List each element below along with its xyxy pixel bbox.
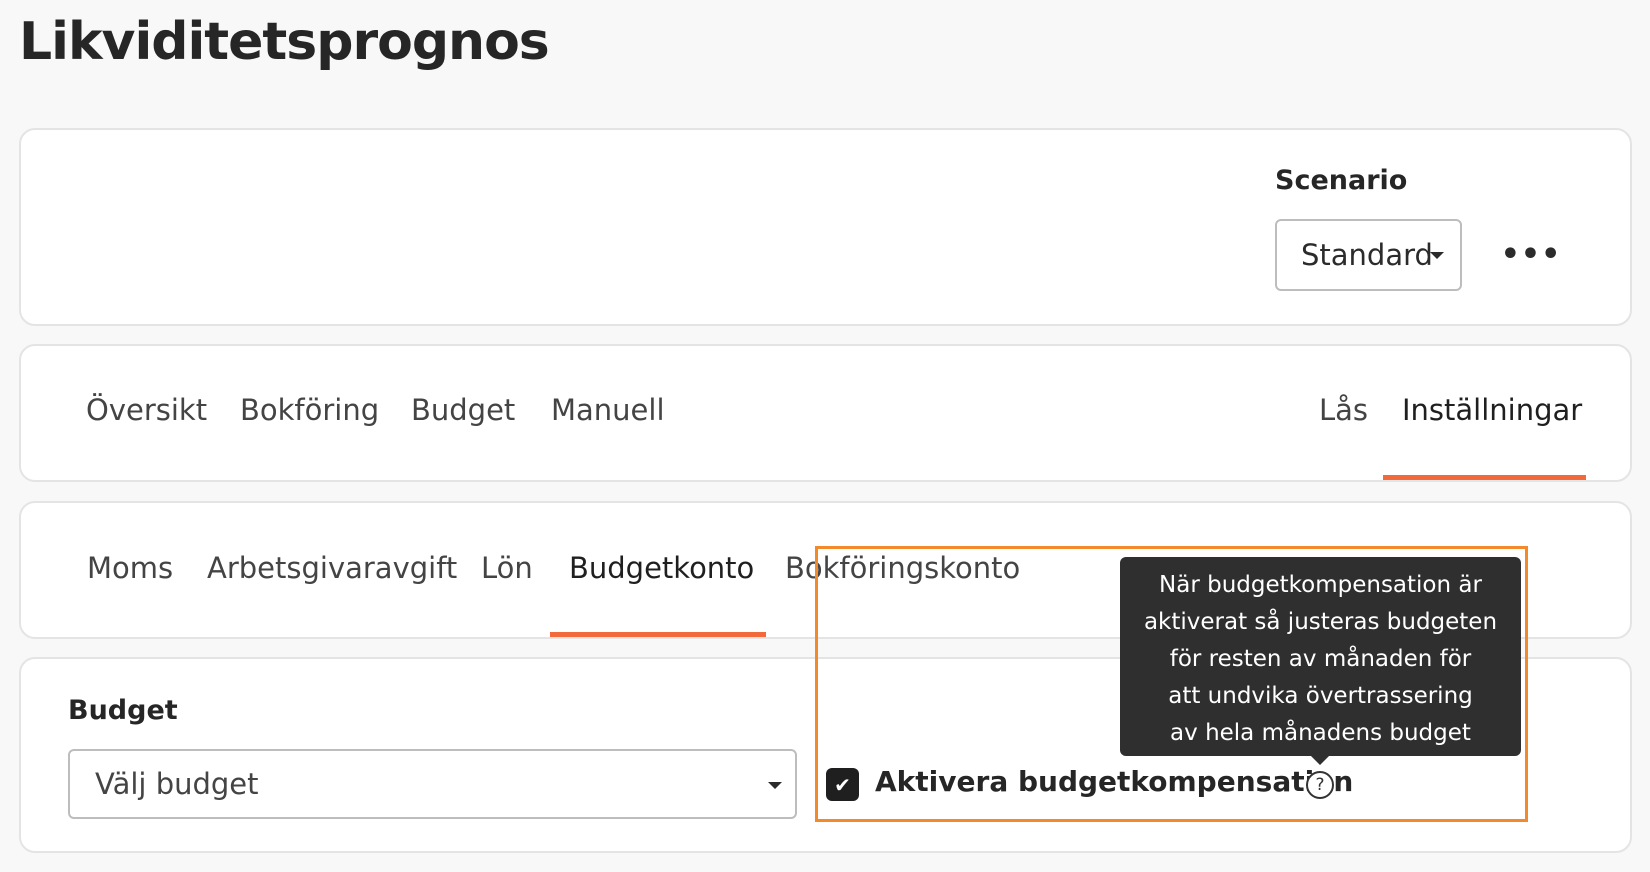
budget-compensation-checkbox[interactable]: ✔ <box>826 768 859 801</box>
tooltip-arrow <box>1310 755 1330 765</box>
tab-bokforing[interactable]: Bokföring <box>240 393 379 427</box>
tooltip-line: att undvika övertrassering <box>1168 683 1473 709</box>
check-icon: ✔ <box>834 772 851 797</box>
question-mark-icon: ? <box>1315 775 1325 795</box>
budget-select[interactable]: Välj budget <box>68 749 797 819</box>
more-horizontal-icon: ••• <box>1500 236 1562 272</box>
chevron-down-icon <box>1430 252 1444 259</box>
help-icon[interactable]: ? <box>1306 771 1334 799</box>
scenario-label: Scenario <box>1275 165 1408 196</box>
budget-label: Budget <box>68 695 178 726</box>
tooltip-line: av hela månadens budget <box>1170 720 1471 746</box>
tab-budgetkonto[interactable]: Budgetkonto <box>569 551 754 585</box>
tooltip-line: för resten av månaden för <box>1169 646 1472 672</box>
tab-budget[interactable]: Budget <box>411 393 515 427</box>
tab-installningar[interactable]: Inställningar <box>1402 393 1582 427</box>
tab-las[interactable]: Lås <box>1319 393 1368 427</box>
tab-active-indicator <box>1383 475 1586 480</box>
scenario-select-value: Standard <box>1301 238 1433 272</box>
tab-manuell[interactable]: Manuell <box>551 393 665 427</box>
tab-oversikt[interactable]: Översikt <box>86 393 207 427</box>
budget-compensation-label[interactable]: Aktivera budgetkompensation <box>875 765 1353 798</box>
tooltip-line: aktiverat så justeras budgeten <box>1143 609 1498 635</box>
more-options-button[interactable]: ••• <box>1501 232 1561 276</box>
tab-lon[interactable]: Lön <box>481 551 533 585</box>
chevron-down-icon <box>768 782 782 789</box>
scenario-select[interactable]: Standard <box>1275 219 1462 291</box>
tab-arbetsgivaravgift[interactable]: Arbetsgivaravgift <box>207 551 457 585</box>
help-tooltip: När budgetkompensation är aktiverat så j… <box>1120 557 1521 756</box>
budget-select-value: Välj budget <box>95 767 259 801</box>
subtab-active-indicator <box>550 632 766 637</box>
tab-moms[interactable]: Moms <box>87 551 173 585</box>
page-title: Likviditetsprognos <box>19 12 550 72</box>
tooltip-line: När budgetkompensation är <box>1159 572 1482 598</box>
